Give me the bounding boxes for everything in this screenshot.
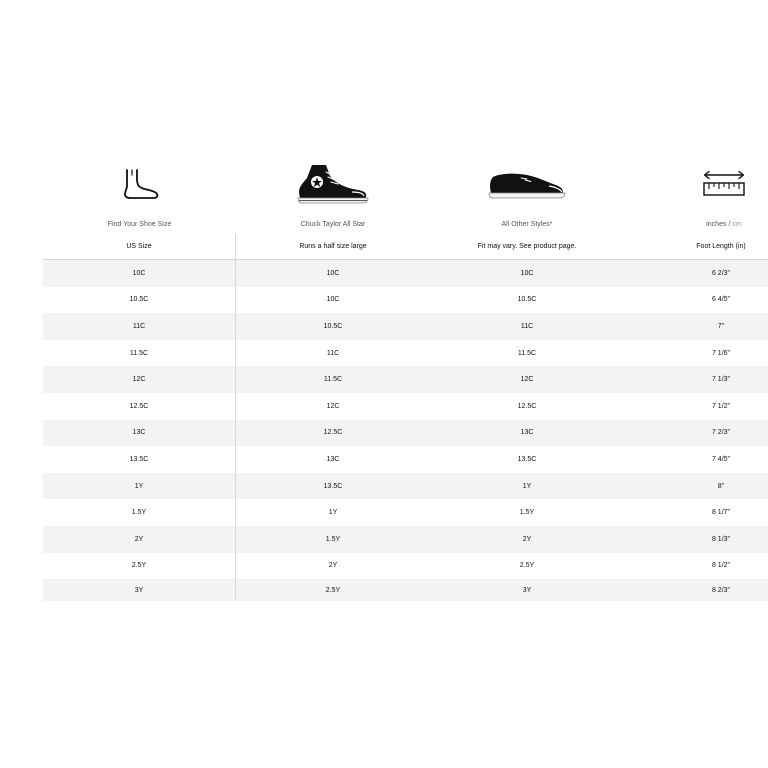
other-styles-size-cell: 1Y: [522, 482, 532, 490]
table-row: 12C 11.5C 12C 7 1/3": [43, 366, 768, 393]
us-size-cell: 3Y: [43, 579, 236, 602]
other-styles-size-cell: 12.5C: [517, 402, 537, 410]
size-chart-table: US Size Runs a half size large Fit may v…: [43, 234, 768, 602]
other-styles-size-cell: 10.5C: [517, 296, 537, 304]
other-styles-caption: All Other Styles*: [501, 221, 553, 228]
find-size-caption: Find Your Shoe Size: [107, 221, 172, 228]
table-row: 11C 10.5C 11C 7": [43, 313, 768, 340]
chuck-taylor-size-cell: 2.5Y: [325, 586, 341, 594]
table-row: 10C 10C 10C 6 2/3": [43, 260, 768, 287]
unit-inches-option[interactable]: inches: [706, 221, 726, 228]
us-size-cell: 11C: [43, 313, 236, 340]
other-styles-size-cell: 3Y: [522, 586, 532, 594]
header-chuck-taylor: Runs a half size large: [299, 243, 367, 250]
other-styles-size-cell: 2.5Y: [519, 562, 535, 570]
other-styles-size-cell: 13C: [520, 429, 534, 437]
table-row: 13C 12.5C 13C 7 2/3": [43, 419, 768, 447]
table-header-row: US Size Runs a half size large Fit may v…: [43, 234, 768, 260]
header-other-styles: Fit may vary. See product page.: [477, 243, 577, 250]
table-row: 13.5C 13C 13.5C 7 4/5": [43, 446, 768, 473]
table-row: 11.5C 11C 11.5C 7 1/6": [43, 339, 768, 367]
us-size-cell: 2Y: [43, 525, 236, 553]
chuck-taylor-size-cell: 1Y: [328, 509, 338, 517]
unit-cm-option[interactable]: cm: [732, 221, 741, 228]
foot-length-cell: 8 1/7": [711, 509, 731, 517]
table-row: 2.5Y 2Y 2.5Y 8 1/2": [43, 552, 768, 580]
chuck-taylor-size-cell: 10C: [326, 296, 340, 304]
us-size-cell: 10.5C: [43, 286, 236, 314]
us-size-cell: 1Y: [43, 472, 236, 500]
chuck-taylor-size-cell: 12.5C: [323, 429, 343, 437]
foot-length-cell: 6 2/3": [711, 269, 731, 277]
us-size-cell: 10C: [43, 260, 236, 287]
foot-length-cell: 7 1/3": [711, 376, 731, 384]
chuck-taylor-size-cell: 10C: [326, 269, 340, 277]
find-size-column-head: Find Your Shoe Size: [43, 160, 236, 232]
other-styles-size-cell: 11.5C: [517, 349, 537, 357]
other-styles-column-head: All Other Styles*: [430, 160, 624, 232]
header-foot-length: Foot Length (in): [696, 243, 746, 250]
chuck-taylor-size-cell: 13C: [326, 455, 340, 463]
table-row: 12.5C 12C 12.5C 7 1/2": [43, 392, 768, 420]
size-chart-page: Find Your Shoe Size Chuck Taylor All Sta…: [0, 0, 768, 768]
chuck-taylor-caption: Chuck Taylor All Star: [300, 221, 366, 228]
us-size-cell: 12C: [43, 366, 236, 393]
foot-length-cell: 7 4/5": [711, 455, 731, 463]
other-styles-size-cell: 10C: [520, 269, 534, 277]
us-size-cell: 2.5Y: [43, 552, 236, 580]
table-row: 1.5Y 1Y 1.5Y 8 1/7": [43, 499, 768, 526]
foot-length-cell: 7 1/2": [711, 402, 731, 410]
foot-icon: [123, 169, 158, 199]
chuck-taylor-column-head: Chuck Taylor All Star: [236, 160, 430, 232]
unit-toggle: inches / cm: [706, 221, 742, 228]
other-styles-size-cell: 2Y: [522, 535, 532, 543]
us-size-cell: 11.5C: [43, 339, 236, 367]
foot-length-cell: 8": [717, 482, 725, 490]
table-body: 10C 10C 10C 6 2/3" 10.5C 10C 10.5C 6 4/5" 11C 10.…: [43, 260, 768, 602]
us-size-cell: 13.5C: [43, 446, 236, 473]
foot-length-cell: 6 4/5": [711, 296, 731, 304]
other-styles-size-cell: 11C: [520, 322, 534, 330]
other-styles-size-cell: 1.5Y: [519, 509, 535, 517]
table-row: 1Y 13.5C 1Y 8": [43, 472, 768, 500]
us-size-cell: 12.5C: [43, 392, 236, 420]
table-row: 3Y 2.5Y 3Y 8 2/3": [43, 579, 768, 602]
other-styles-size-cell: 13.5C: [517, 455, 537, 463]
chuck-taylor-size-cell: 1.5Y: [325, 535, 341, 543]
table-row: 2Y 1.5Y 2Y 8 1/3": [43, 525, 768, 553]
chuck-taylor-size-cell: 2Y: [328, 562, 338, 570]
table-row: 10.5C 10C 10.5C 6 4/5": [43, 286, 768, 314]
chuck-taylor-size-cell: 11C: [326, 349, 340, 357]
high-top-sneaker-icon: [297, 165, 369, 204]
foot-length-column-head: inches / cm: [680, 160, 768, 232]
foot-length-cell: 7": [717, 322, 725, 330]
chuck-taylor-size-cell: 13.5C: [323, 482, 343, 490]
us-size-cell: 13C: [43, 419, 236, 447]
ruler-measure-icon: [703, 170, 745, 196]
foot-length-cell: 7 1/6": [711, 349, 731, 357]
foot-length-cell: 8 1/2": [711, 562, 731, 570]
header-us-size: US Size: [43, 234, 236, 259]
chuck-taylor-size-cell: 10.5C: [323, 322, 343, 330]
foot-length-cell: 8 1/3": [711, 535, 731, 543]
unit-separator: /: [728, 221, 731, 228]
foot-length-cell: 8 2/3": [711, 586, 731, 594]
us-size-cell: 1.5Y: [43, 499, 236, 526]
other-styles-size-cell: 12C: [520, 376, 534, 384]
chuck-taylor-size-cell: 12C: [326, 402, 340, 410]
chuck-taylor-size-cell: 11.5C: [323, 376, 343, 384]
low-top-sneaker-icon: [488, 173, 566, 199]
size-chart-icon-row: Find Your Shoe Size Chuck Taylor All Sta…: [0, 160, 768, 232]
foot-length-cell: 7 2/3": [711, 429, 731, 437]
